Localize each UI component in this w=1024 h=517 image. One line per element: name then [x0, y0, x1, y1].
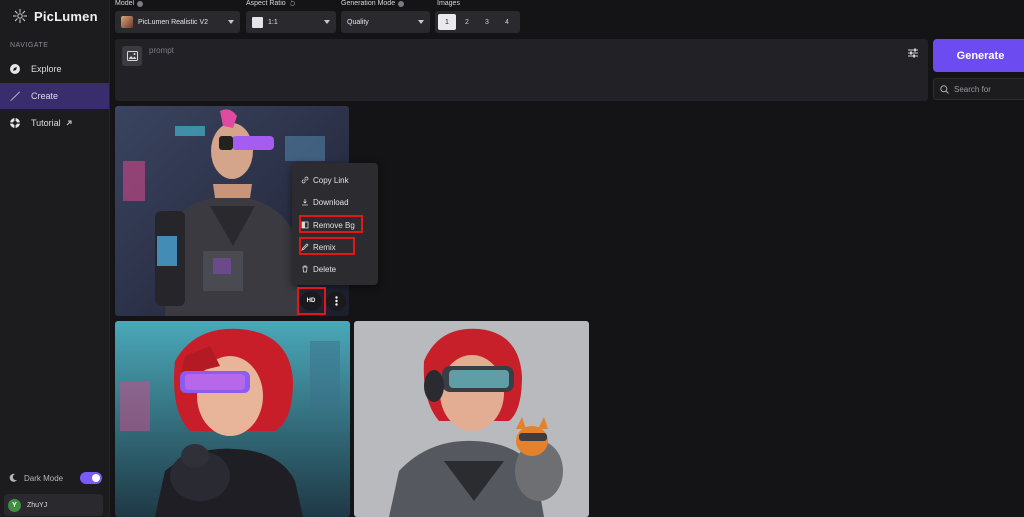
- brand-name: PicLumen: [34, 8, 98, 24]
- moon-icon: [9, 473, 17, 482]
- cyberpunk-woman-cat-image: [115, 321, 350, 517]
- model-value: PicLumen Realistic V2: [138, 18, 209, 26]
- model-thumbnail: [121, 16, 133, 28]
- trash-icon: [302, 265, 308, 273]
- dark-mode-label: Dark Mode: [24, 473, 64, 483]
- brand[interactable]: PicLumen: [12, 8, 98, 24]
- aspect-ratio-select[interactable]: 1:1: [246, 11, 336, 33]
- square-ratio-icon: [252, 16, 263, 28]
- chevron-down-icon: [418, 20, 424, 24]
- reset-icon[interactable]: [289, 0, 296, 7]
- generation-mode-select[interactable]: Quality: [341, 11, 430, 33]
- generated-image-3[interactable]: [354, 321, 589, 517]
- chevron-down-icon: [324, 20, 330, 24]
- generated-image-2[interactable]: [115, 321, 350, 517]
- images-option-1[interactable]: 1: [438, 14, 456, 30]
- generate-button[interactable]: Generate: [933, 39, 1024, 72]
- dark-mode-toggle[interactable]: [80, 472, 102, 484]
- compass-icon: [10, 64, 20, 74]
- cyber-suit-woman-dog-image: [354, 321, 589, 517]
- generation-mode-label: Generation Mode: [341, 0, 405, 7]
- model-label: Model: [115, 0, 144, 7]
- menu-item-delete[interactable]: Delete: [301, 263, 336, 275]
- model-select[interactable]: PicLumen Realistic V2: [115, 11, 240, 33]
- aspect-ratio-label: Aspect Ratio: [246, 0, 296, 7]
- highlight-remix: [299, 237, 355, 255]
- nav-item-create[interactable]: Create: [0, 83, 109, 109]
- hd-upscale-button[interactable]: HD: [300, 291, 322, 311]
- nav-header: NAVIGATE: [10, 42, 49, 49]
- nav-item-label: Explore: [31, 64, 62, 74]
- download-icon: [302, 199, 308, 206]
- nav-item-explore[interactable]: Explore: [0, 56, 109, 82]
- aspect-ratio-value: 1:1: [268, 18, 278, 26]
- sidebar: PicLumen NAVIGATE Explore Create Tutoria…: [0, 0, 110, 517]
- life-ring-icon: [10, 118, 20, 128]
- nav-item-tutorial[interactable]: Tutorial: [0, 110, 109, 136]
- settings-sliders-icon[interactable]: [907, 47, 919, 59]
- prompt-input[interactable]: prompt: [149, 46, 174, 55]
- images-option-4[interactable]: 4: [498, 14, 516, 30]
- menu-item-copy-link[interactable]: Copy Link: [301, 174, 349, 186]
- user-name: ZhuYJ: [27, 501, 48, 509]
- images-option-2[interactable]: 2: [458, 14, 476, 30]
- highlight-remove-bg: [299, 215, 363, 233]
- brush-icon: [10, 91, 20, 101]
- more-vertical-icon: [334, 296, 338, 306]
- external-link-icon: [66, 120, 72, 126]
- avatar: Y: [8, 498, 21, 512]
- generation-mode-value: Quality: [347, 18, 369, 26]
- images-label: Images: [437, 0, 460, 7]
- nav-item-label: Create: [31, 91, 59, 101]
- info-icon: [137, 0, 144, 7]
- more-options-button[interactable]: [326, 291, 346, 311]
- search-input[interactable]: Search for: [954, 85, 991, 94]
- prompt-box[interactable]: prompt: [115, 39, 928, 101]
- search-icon: [940, 84, 949, 94]
- nav-item-label: Tutorial: [31, 118, 61, 128]
- image-upload-icon[interactable]: [122, 46, 142, 66]
- info-icon: [398, 0, 405, 7]
- search-box[interactable]: Search for: [933, 78, 1024, 100]
- user-profile[interactable]: Y ZhuYJ: [4, 494, 103, 516]
- images-count-selector: 1 2 3 4: [435, 11, 520, 33]
- link-icon: [301, 176, 309, 184]
- images-option-3[interactable]: 3: [478, 14, 496, 30]
- piclumen-logo-icon: [13, 9, 27, 23]
- dark-mode-row: Dark Mode: [8, 470, 102, 486]
- menu-item-download[interactable]: Download: [301, 196, 349, 208]
- chevron-down-icon: [228, 20, 234, 24]
